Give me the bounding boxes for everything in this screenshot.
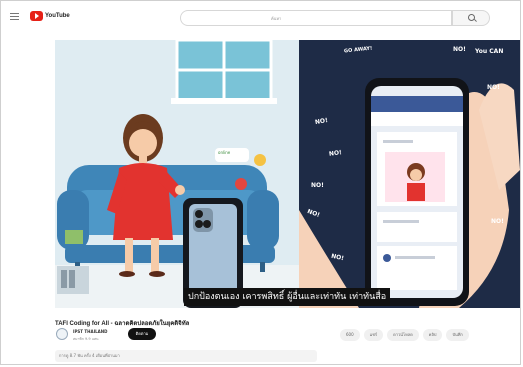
channel-name[interactable]: IPST THAILAND xyxy=(73,329,107,334)
no-word-2: NO! xyxy=(453,46,466,53)
no-word-10: NO! xyxy=(491,218,504,225)
no-word-3: You CAN xyxy=(475,48,504,55)
top-bar: YouTube ค้นหา xyxy=(8,8,518,30)
search-input[interactable]: ค้นหา xyxy=(180,10,452,26)
subscribe-button[interactable]: ติดตาม xyxy=(128,328,156,340)
search-icon xyxy=(468,14,475,21)
living-room-scene: online xyxy=(55,40,299,308)
save-button[interactable]: บันทึก xyxy=(446,329,469,341)
no-word-9: NO! xyxy=(487,84,500,91)
online-sticker: online xyxy=(218,150,231,155)
phone-scene: GO AWAY! NO! You CAN NO! NO! NO! NO! NO!… xyxy=(299,40,520,308)
video-player[interactable]: online GO AWAY! NO! You CAN NO! NO! NO! … xyxy=(55,40,520,308)
video-title: TAFI Coding for All - ฉลาดคิดปลอดภัยในยุ… xyxy=(55,321,190,327)
living-room-illustration xyxy=(55,40,299,308)
like-button[interactable]: 600 xyxy=(340,329,360,341)
logo-text: YouTube xyxy=(45,13,70,19)
clip-button[interactable]: คลิป xyxy=(422,329,443,341)
download-button[interactable]: ดาวน์โหลด xyxy=(387,329,419,341)
no-word-6: NO! xyxy=(311,182,324,189)
action-bar: 600 แชร์ ดาวน์โหลด คลิป บันทึก xyxy=(340,329,469,341)
search-button[interactable] xyxy=(452,10,490,26)
phone-illustration xyxy=(299,40,520,308)
video-caption: ปกป้องตนเอง เคารพสิทธิ์ ผู้อื่นและเท่าทั… xyxy=(184,288,391,306)
youtube-logo[interactable]: YouTube xyxy=(30,11,70,21)
channel-avatar[interactable] xyxy=(56,328,68,340)
subscriber-count: สมาชิก 9.9 แสน xyxy=(73,337,99,341)
description-box[interactable]: การดู 8.7 พัน ครั้ง 4 เดือนที่ผ่านมา xyxy=(55,350,317,362)
share-button[interactable]: แชร์ xyxy=(363,329,384,341)
play-logo-icon xyxy=(30,11,43,21)
menu-icon[interactable] xyxy=(10,13,19,21)
